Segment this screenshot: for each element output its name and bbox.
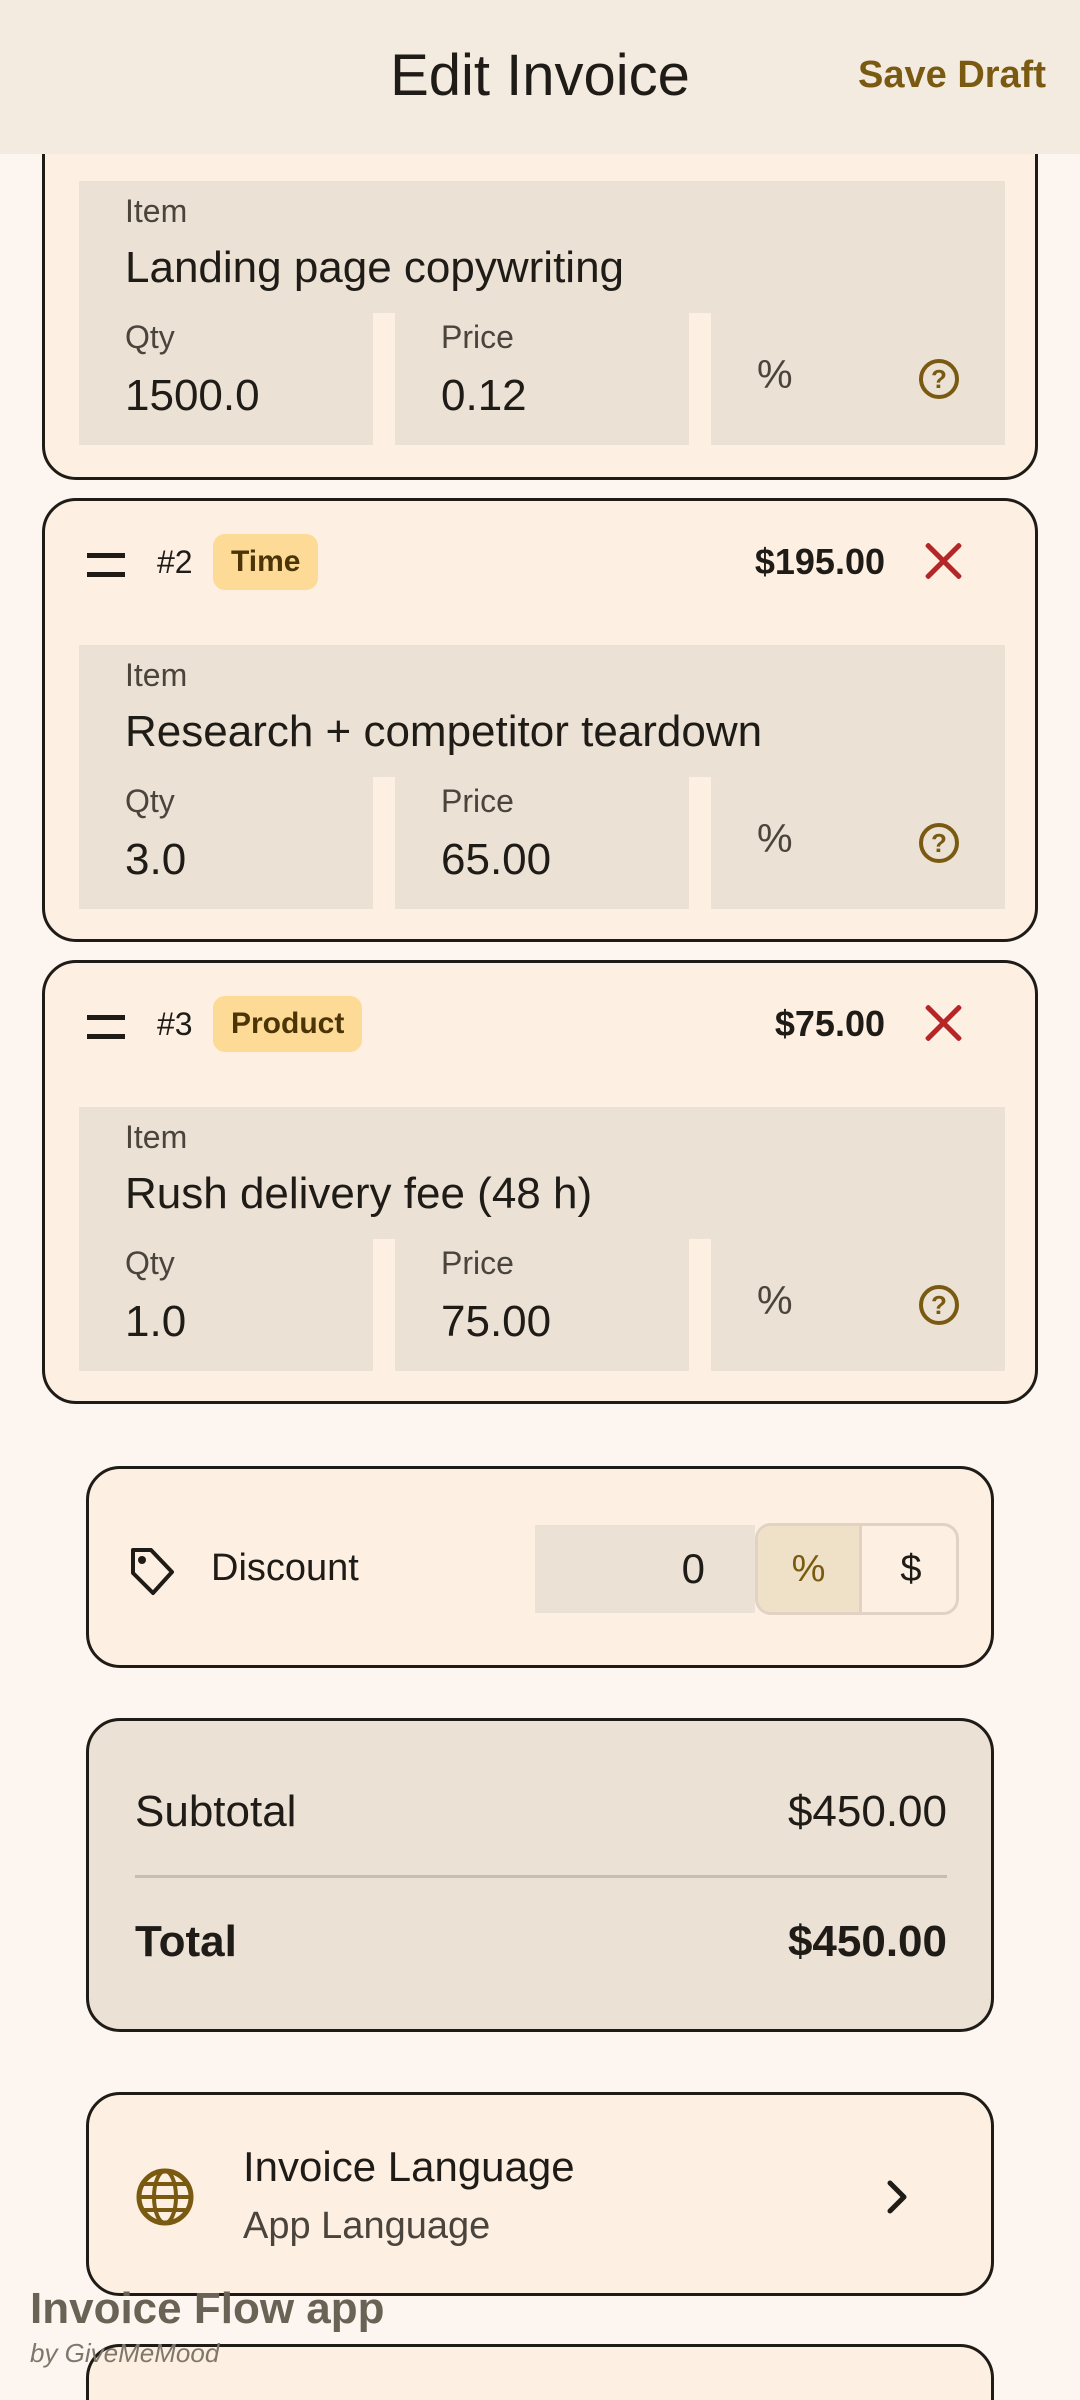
tax-percent-field[interactable]: % ?: [711, 777, 1005, 909]
tax-percent-field[interactable]: % ?: [711, 1239, 1005, 1371]
help-icon[interactable]: ?: [919, 359, 959, 399]
field-separator: [689, 777, 711, 909]
qty-value: 1500.0: [125, 371, 260, 420]
price-label: Price: [441, 319, 514, 355]
line-item-fields: Item Research + competitor teardown Qty …: [79, 645, 1005, 909]
item-field-label: Item: [125, 1119, 188, 1155]
field-separator: [373, 1239, 395, 1371]
qty-value: 3.0: [125, 835, 187, 884]
close-icon[interactable]: [923, 1003, 963, 1043]
field-separator: [689, 1239, 711, 1371]
discount-label: Discount: [211, 1547, 359, 1589]
invoice-language-value: App Language: [243, 2205, 491, 2247]
qty-field[interactable]: Qty 1500.0: [79, 313, 373, 445]
item-field[interactable]: Item Research + competitor teardown: [79, 645, 1005, 777]
line-item-header: #3 Product $75.00: [45, 963, 1035, 1093]
percent-sign: %: [757, 817, 793, 861]
item-type-badge: Product: [213, 996, 363, 1052]
help-icon[interactable]: ?: [919, 823, 959, 863]
price-field[interactable]: Price 75.00: [395, 1239, 689, 1371]
line-item-header: #2 Time $195.00: [45, 501, 1035, 631]
price-label: Price: [441, 783, 514, 819]
watermark-app-name: Invoice Flow app: [30, 2284, 385, 2333]
price-value: 65.00: [441, 835, 552, 884]
discount-type-toggle: % $: [755, 1523, 959, 1615]
subtotal-value: $450.00: [787, 1787, 947, 1836]
discount-dollar-option[interactable]: $: [859, 1526, 956, 1612]
tag-icon: [131, 1548, 174, 1595]
item-field[interactable]: Item Landing page copywriting: [79, 181, 1005, 313]
discount-input[interactable]: 0: [535, 1525, 755, 1613]
drag-handle-icon[interactable]: [87, 553, 125, 577]
drag-handle-icon[interactable]: [87, 1015, 125, 1039]
line-item-fields: Item Rush delivery fee (48 h) Qty 1.0 Pr…: [79, 1107, 1005, 1371]
globe-icon: [136, 2168, 194, 2226]
close-icon[interactable]: [923, 541, 963, 581]
line-item-amount: $75.00: [774, 1003, 885, 1044]
qty-label: Qty: [125, 783, 175, 819]
price-value: 0.12: [441, 371, 527, 420]
field-separator: [689, 313, 711, 445]
totals-panel: Subtotal $450.00 Total $450.00: [86, 1718, 994, 2032]
total-value: $450.00: [787, 1917, 947, 1966]
line-item-card: #3 Product $75.00 Item Rush delivery fee…: [42, 960, 1038, 1404]
subtotal-label: Subtotal: [135, 1787, 297, 1836]
app-bar: Edit Invoice Save Draft: [0, 0, 1080, 154]
chevron-right-icon: [887, 2180, 907, 2214]
line-item-fields: Item Landing page copywriting Qty 1500.0…: [79, 181, 1005, 445]
help-icon[interactable]: ?: [919, 1285, 959, 1325]
invoice-language-title: Invoice Language: [243, 2143, 575, 2190]
item-field-label: Item: [125, 657, 188, 693]
item-field-value: Rush delivery fee (48 h): [125, 1169, 593, 1218]
watermark-byline: by GiveMeMood: [30, 2338, 220, 2368]
item-field[interactable]: Item Rush delivery fee (48 h): [79, 1107, 1005, 1239]
discount-percent-option[interactable]: %: [758, 1526, 859, 1612]
price-label: Price: [441, 1245, 514, 1281]
price-field[interactable]: Price 0.12: [395, 313, 689, 445]
qty-label: Qty: [125, 319, 175, 355]
line-item-amount: $195.00: [754, 541, 885, 582]
line-item-number: #2: [157, 544, 193, 580]
percent-sign: %: [757, 1279, 793, 1323]
qty-label: Qty: [125, 1245, 175, 1281]
totals-divider: [135, 1875, 947, 1878]
invoice-language-row[interactable]: Invoice Language App Language: [86, 2092, 994, 2296]
total-label: Total: [135, 1917, 237, 1966]
item-field-value: Research + competitor teardown: [125, 707, 763, 756]
line-item-card: #2 Time $195.00 Item Research + competit…: [42, 498, 1038, 942]
qty-field[interactable]: Qty 3.0: [79, 777, 373, 909]
item-field-value: Landing page copywriting: [125, 243, 625, 292]
discount-panel: Discount 0 % $: [86, 1466, 994, 1668]
field-separator: [373, 777, 395, 909]
item-type-badge: Time: [213, 534, 319, 590]
item-field-label: Item: [125, 193, 188, 229]
qty-value: 1.0: [125, 1297, 187, 1346]
qty-field[interactable]: Qty 1.0: [79, 1239, 373, 1371]
price-value: 75.00: [441, 1297, 552, 1346]
line-item-number: #3: [157, 1006, 193, 1042]
price-field[interactable]: Price 65.00: [395, 777, 689, 909]
app-watermark: Invoice Flow app by GiveMeMood: [30, 2284, 385, 2369]
percent-sign: %: [757, 353, 793, 397]
field-separator: [373, 313, 395, 445]
save-draft-button[interactable]: Save Draft: [858, 54, 1046, 97]
tax-percent-field[interactable]: % ?: [711, 313, 1005, 445]
